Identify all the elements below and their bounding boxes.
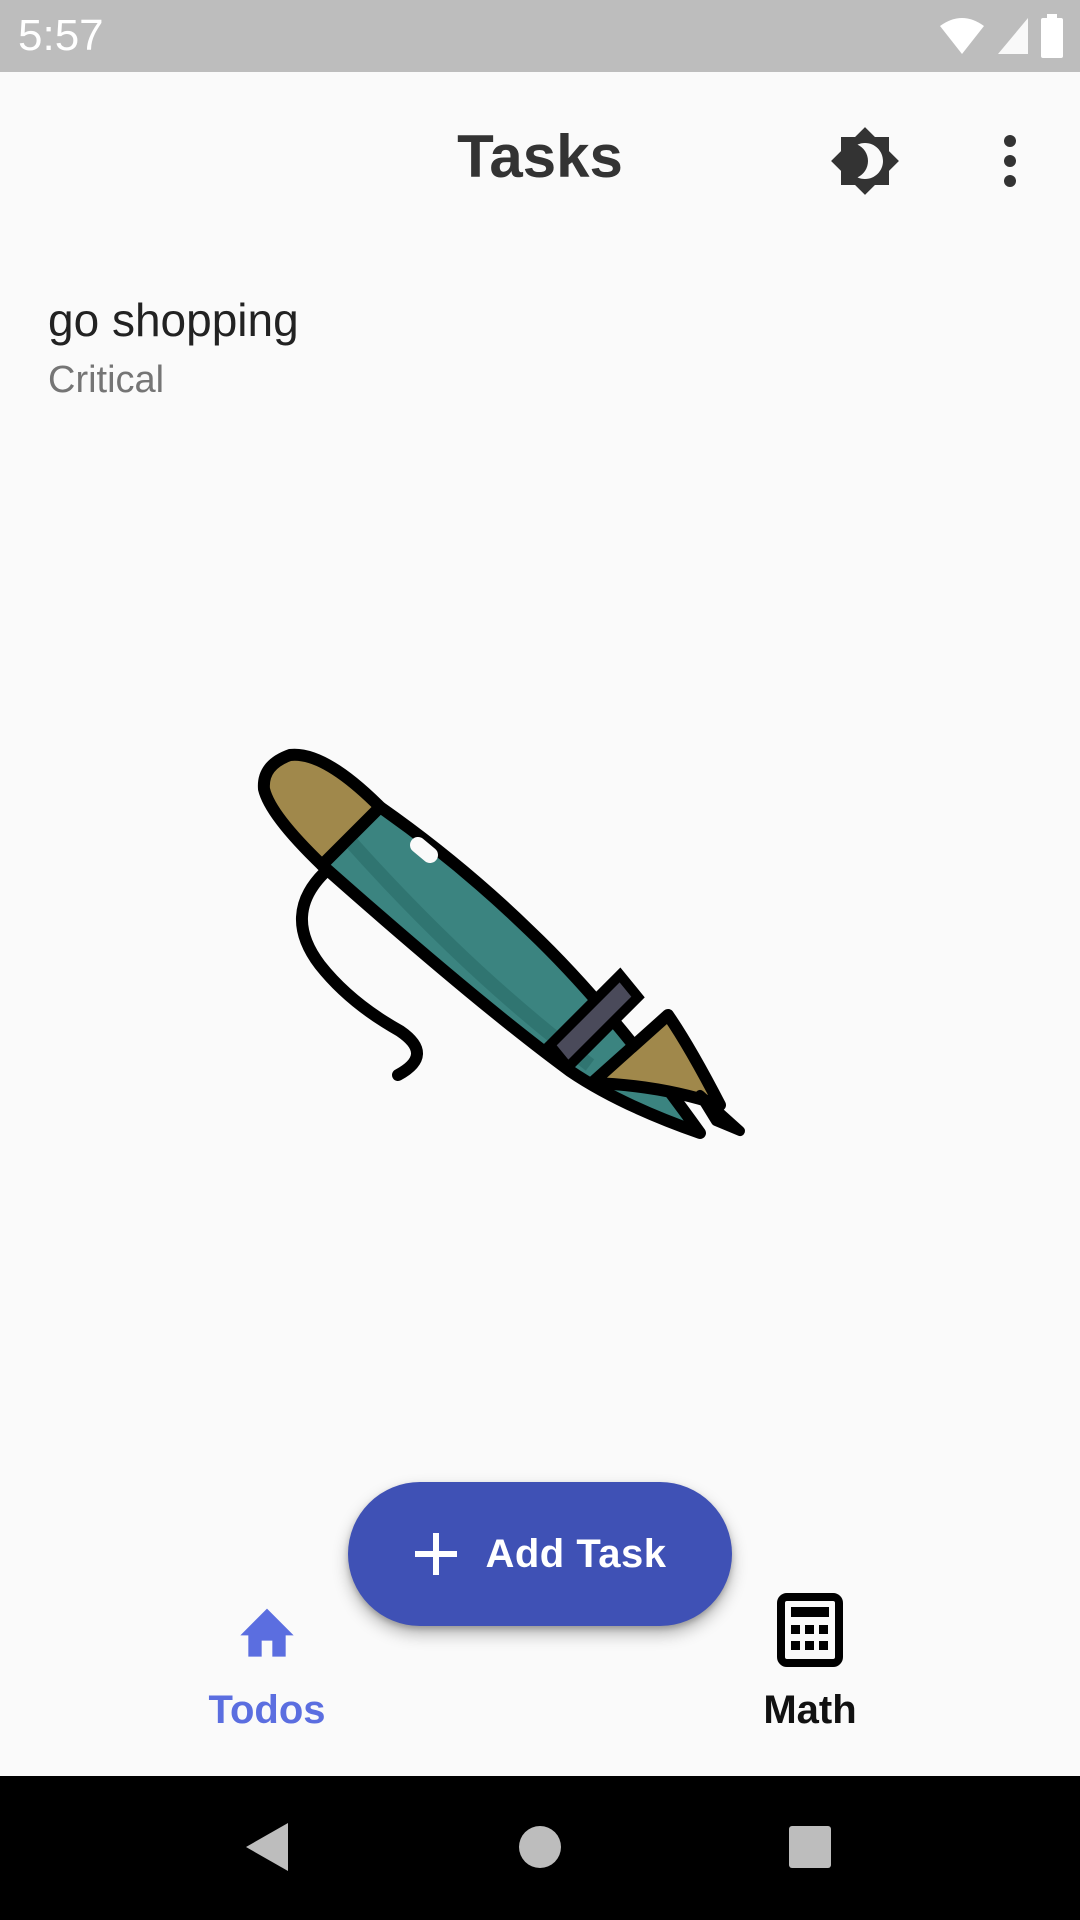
nav-item-todos[interactable]: Todos: [117, 1590, 417, 1760]
recents-button[interactable]: [765, 1802, 855, 1892]
more-options-button[interactable]: [970, 116, 1050, 206]
calculator-icon: [770, 1590, 850, 1670]
add-task-label: Add Task: [485, 1531, 667, 1576]
wifi-icon: [940, 18, 984, 54]
back-icon: [246, 1823, 288, 1871]
cell-signal-icon: [998, 18, 1028, 54]
battery-icon: [1041, 14, 1063, 58]
screen: 5:57 Tasks go shopping Critical Todos Ma…: [0, 0, 1080, 1920]
recents-icon: [789, 1826, 831, 1868]
task-priority: Critical: [48, 359, 165, 401]
theme-toggle-button[interactable]: [820, 116, 910, 206]
app-bar: Tasks: [0, 72, 1080, 242]
home-icon: [227, 1590, 307, 1670]
nav-label-math: Math: [763, 1688, 857, 1732]
plus-icon: [415, 1533, 458, 1575]
status-icons: [938, 14, 1064, 58]
system-navigation-bar: [0, 1776, 1080, 1920]
nav-label-todos: Todos: [208, 1688, 326, 1732]
back-button[interactable]: [222, 1802, 312, 1892]
task-list: go shopping Critical: [0, 280, 1080, 418]
add-task-button[interactable]: Add Task: [348, 1482, 732, 1626]
status-time: 5:57: [18, 11, 104, 60]
brightness-icon: [831, 127, 899, 195]
more-vert-icon: [1004, 135, 1016, 187]
home-button[interactable]: [495, 1802, 585, 1892]
page-title: Tasks: [457, 123, 623, 190]
pen-icon: [257, 748, 745, 1139]
task-item[interactable]: go shopping Critical: [0, 280, 1080, 418]
nav-item-math[interactable]: Math: [660, 1590, 960, 1760]
status-bar: 5:57: [0, 0, 1080, 72]
home-circle-icon: [519, 1826, 561, 1868]
task-title: go shopping: [48, 294, 299, 346]
